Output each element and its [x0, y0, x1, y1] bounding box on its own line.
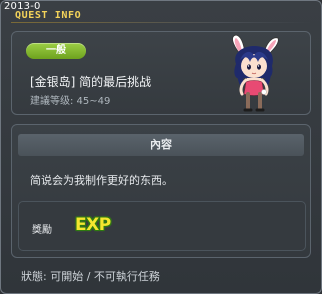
- quest-category-badge: 一般: [26, 43, 86, 59]
- quest-info-window: 2013-0 QUEST INFO 一般 [金银岛] 简的最后挑战 建議等级: …: [0, 0, 322, 294]
- exp-icon[interactable]: EXP: [75, 215, 111, 235]
- quest-name: [金银岛] 简的最后挑战: [30, 75, 152, 89]
- reward-label: 獎勵: [32, 225, 52, 236]
- window-titlebar[interactable]: 2013-0 QUEST INFO: [1, 1, 321, 23]
- quest-header-panel: 一般 [金银岛] 简的最后挑战 建議等级: 45~49: [11, 31, 311, 115]
- title-divider: [11, 22, 311, 23]
- window-title: QUEST INFO: [15, 10, 82, 21]
- reward-box: 獎勵 EXP: [18, 201, 306, 251]
- quest-content-panel: 內容 简说会为我制作更好的东西。 獎勵 EXP: [11, 124, 311, 258]
- bunny-girl-npc-portrait: [232, 34, 279, 112]
- quest-recommended-level: 建議等级: 45~49: [30, 96, 111, 107]
- content-section-header: 內容: [18, 134, 304, 156]
- quest-status: 狀態: 可開始 / 不可執行任務: [21, 270, 160, 283]
- quest-description: 简说会为我制作更好的东西。: [30, 174, 173, 187]
